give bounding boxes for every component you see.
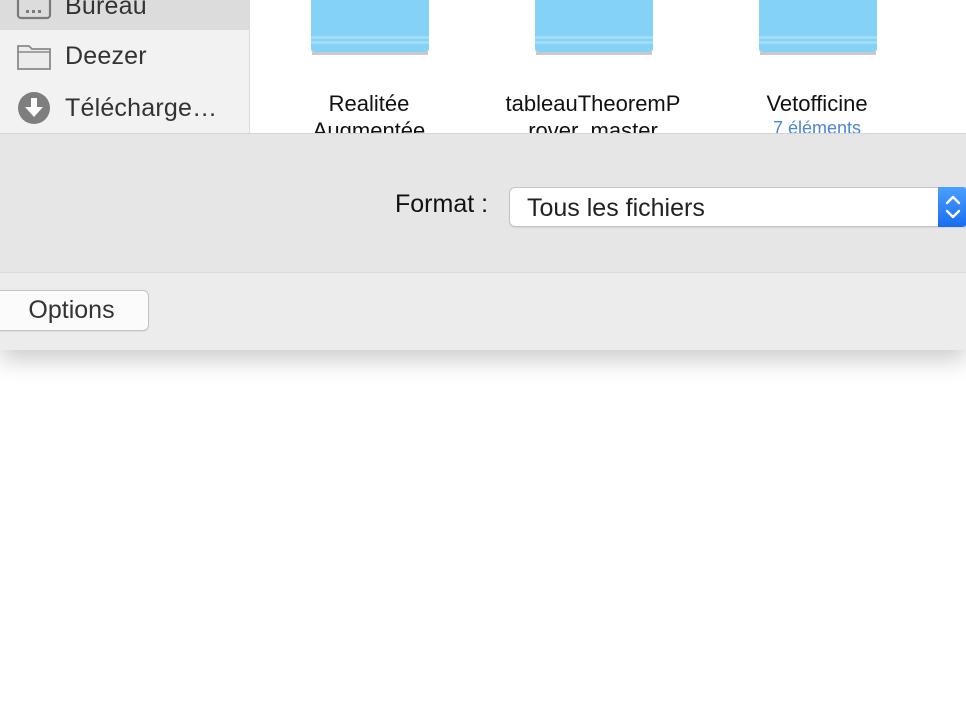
sidebar-item-downloads[interactable]: Télécharge… bbox=[0, 84, 249, 132]
folder-icon bbox=[535, 0, 653, 55]
file-name: Realitée Augmentée bbox=[312, 91, 426, 133]
sidebar-item-bureau[interactable]: Bureau bbox=[0, 0, 249, 30]
format-row: Format : Tous les fichiers bbox=[0, 133, 966, 272]
file-grid: Realitée Augmentée tableauTheoremP rover… bbox=[250, 0, 966, 133]
folder-icon bbox=[311, 0, 429, 55]
options-button[interactable]: Options bbox=[0, 290, 149, 331]
file-item[interactable]: Vetofficine 7 éléments bbox=[702, 0, 932, 133]
sidebar-item-deezer[interactable]: Deezer bbox=[0, 32, 249, 80]
download-icon bbox=[18, 92, 50, 124]
folder-icon bbox=[17, 45, 51, 70]
chevron-updown-icon[interactable] bbox=[938, 187, 966, 227]
file-item[interactable]: tableauTheoremP rover_master bbox=[478, 0, 708, 133]
sidebar-item-label: Bureau bbox=[65, 0, 147, 20]
format-label: Format : bbox=[395, 190, 489, 218]
file-item-count: 7 éléments bbox=[772, 118, 862, 133]
desktop-icon bbox=[16, 0, 52, 20]
dialog-footer: Options bbox=[0, 272, 966, 350]
folder-icon bbox=[759, 0, 877, 55]
open-file-dialog: Bureau Deezer Télécharge… Realitée Augme… bbox=[0, 0, 966, 350]
format-select[interactable]: Tous les fichiers bbox=[509, 187, 966, 227]
format-select-value: Tous les fichiers bbox=[527, 194, 705, 222]
file-browser: Bureau Deezer Télécharge… Realitée Augme… bbox=[0, 0, 966, 133]
sidebar-item-label: Télécharge… bbox=[65, 93, 218, 122]
file-item[interactable]: Realitée Augmentée bbox=[254, 0, 484, 133]
sidebar-item-label: Deezer bbox=[65, 41, 147, 70]
file-name: tableauTheoremP rover_master bbox=[505, 91, 681, 133]
sidebar: Bureau Deezer Télécharge… bbox=[0, 0, 250, 133]
file-name: Vetofficine bbox=[766, 91, 868, 116]
